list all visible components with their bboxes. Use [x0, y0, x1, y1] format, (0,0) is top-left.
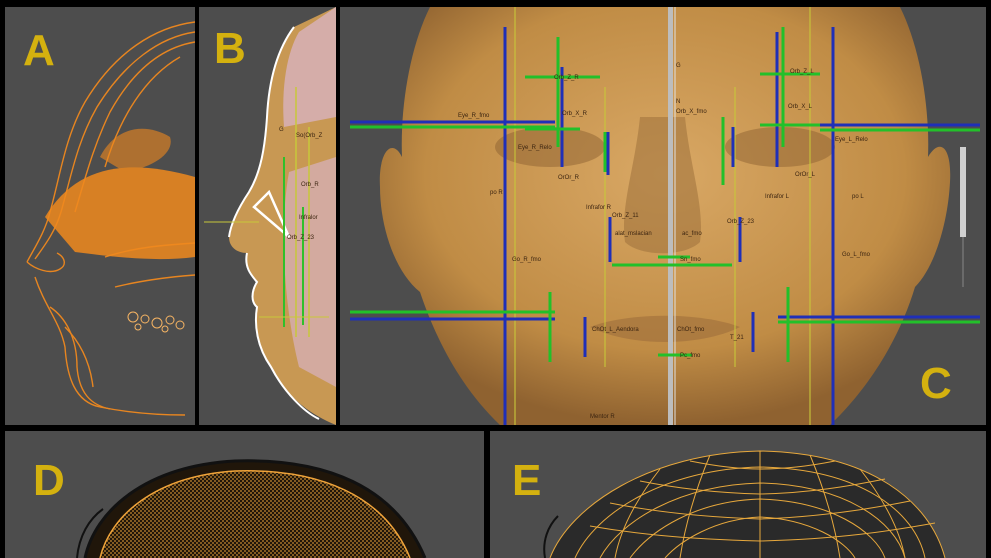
- landmark-label: Orb_Z_23: [287, 235, 315, 241]
- frontal-head-illustration: [350, 7, 980, 425]
- landmark-label: Orb_X_R: [562, 111, 588, 117]
- panel-b-label: B: [214, 24, 246, 73]
- panel-e: E: [490, 431, 986, 558]
- landmark-label: po R: [490, 190, 503, 196]
- landmark-label: ac_fmo: [682, 231, 702, 237]
- landmark-label: T_21: [730, 335, 744, 341]
- landmark-label: ChOt_L_Aendora: [592, 327, 639, 333]
- landmark-label: So(Orb_Z: [296, 133, 323, 139]
- grid-wireframe-illustration: [543, 450, 946, 558]
- landmark-label: ChOt_fmo: [677, 327, 705, 333]
- landmark-label: OrOr_L: [795, 172, 816, 178]
- landmark-label: Orb_R: [301, 182, 319, 188]
- landmark-label: N: [676, 99, 681, 105]
- landmark-label: Orb_X_fmo: [676, 109, 707, 115]
- landmark-label: Orb_Z_11: [612, 213, 639, 219]
- landmark-label: po L: [852, 194, 864, 200]
- landmark-label: Sn_fmo: [680, 257, 701, 263]
- landmark-label: Eye_L_Relo: [835, 137, 868, 143]
- landmark-label: Eye_R_fmo: [458, 113, 490, 119]
- landmark-label: Orb_Z_R: [554, 75, 579, 81]
- panel-c: Orb_Z_R Eye_R_fmo Orb_X_R Eye_R_Relo OrO…: [340, 7, 986, 425]
- landmark-label: G: [279, 127, 284, 133]
- landmark-label: Orb_X_L: [788, 104, 813, 110]
- landmark-label: Go_L_fmo: [842, 252, 871, 258]
- landmark-label: G: [676, 63, 681, 69]
- landmark-label: Eye_R_Relo: [518, 145, 552, 151]
- landmark-label: Infrafor R: [586, 205, 612, 211]
- panel-d: D: [5, 431, 484, 558]
- landmark-label: Pc_fmo: [680, 353, 701, 359]
- panel-e-label: E: [512, 456, 542, 505]
- landmark-label: Orb_Z_L: [790, 69, 814, 75]
- landmark-label: OrOr_R: [558, 175, 579, 181]
- landmark-label: Infralor: [299, 215, 318, 221]
- panel-b: G So(Orb_Z Orb_R Infralor Orb_Z_23 B: [199, 7, 336, 425]
- landmark-label: Infrafor L: [765, 194, 790, 200]
- panel-a: A: [5, 7, 195, 425]
- landmark-label: Orb_Z_23: [727, 219, 755, 225]
- landmark-label: alat_mslacian: [615, 231, 652, 237]
- landmark-label: Mentor R: [590, 414, 615, 420]
- depth-scale-bar: [960, 147, 966, 287]
- panel-a-label: A: [23, 26, 55, 75]
- mesh-wireframe-illustration: [76, 459, 427, 558]
- panel-d-label: D: [33, 456, 65, 505]
- panel-c-label: C: [920, 359, 952, 408]
- landmark-label: Go_R_fmo: [512, 257, 542, 263]
